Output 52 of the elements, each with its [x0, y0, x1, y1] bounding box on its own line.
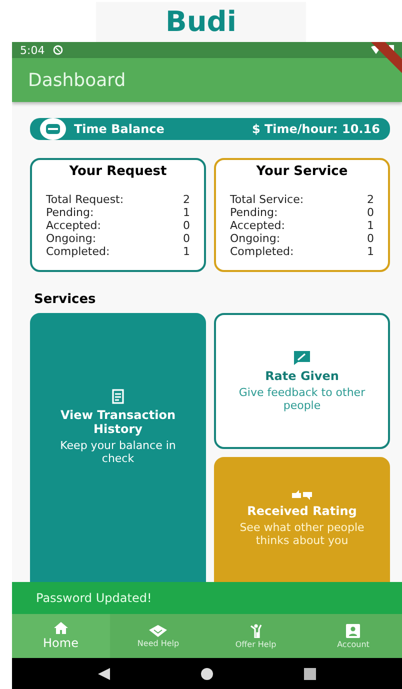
service-tile[interactable]: Rate Given Give feedback to other people	[214, 313, 390, 449]
section-heading: Services	[34, 292, 97, 307]
stat-value: 2	[367, 193, 374, 206]
tile-title: View Transaction History	[59, 408, 176, 436]
stat-value: 1	[183, 206, 190, 219]
recents-icon[interactable]	[304, 668, 316, 680]
stat-label: Completed:	[230, 245, 294, 258]
app-bar-title: Dashboard	[28, 70, 126, 90]
tile-title: Rate Given	[265, 369, 339, 383]
stat-label: Pending:	[46, 206, 94, 219]
time-balance-card[interactable]: Time Balance $ Time/hour: 10.16	[30, 118, 390, 140]
stat-value: 1	[367, 219, 374, 232]
stats-title: Your Request	[68, 164, 168, 179]
stat-label: Completed:	[46, 245, 110, 258]
stat-value: 0	[183, 219, 190, 232]
snackbar-message: Password Updated!	[36, 591, 152, 605]
stat-label: Total Request:	[46, 193, 124, 206]
service-tile[interactable]: View Transaction History Keep your balance in check	[30, 313, 206, 582]
stat-label: Ongoing:	[230, 232, 280, 245]
stat-value: 0	[183, 232, 190, 245]
wallet-icon	[40, 118, 66, 140]
stats-title: Your Service	[255, 164, 349, 179]
status-time: 5:04	[20, 44, 45, 56]
feedback-icon	[293, 350, 311, 366]
nav-tab[interactable]: Account	[304, 614, 402, 658]
balance-value: $ Time/hour: 10.16	[252, 122, 380, 136]
nav-tab[interactable]: Home	[12, 614, 110, 658]
stat-value: 0	[367, 206, 374, 219]
stat-value: 1	[367, 245, 374, 258]
stat-label: Accepted:	[230, 219, 285, 232]
back-icon[interactable]	[98, 668, 110, 680]
tile-subtitle: See what other people thinks about you	[238, 521, 366, 547]
tile-subtitle: Give feedback to other people	[238, 386, 366, 412]
stat-value: 0	[367, 232, 374, 245]
caption-title: Budi	[96, 2, 306, 42]
home-icon	[54, 622, 68, 634]
person-waving-icon	[250, 624, 262, 638]
balance-label: Time Balance	[74, 122, 166, 136]
stat-label: Total Service:	[230, 193, 304, 206]
tile-subtitle: Keep your balance in check	[59, 439, 177, 465]
stat-label: Pending:	[230, 206, 278, 219]
nav-tab[interactable]: Need Help	[110, 614, 207, 658]
stat-label: Ongoing:	[46, 232, 96, 245]
service-tile[interactable]: Received Rating See what other people thinks about you	[214, 457, 390, 582]
receipt-icon	[111, 389, 125, 405]
home-circle-icon[interactable]	[200, 668, 213, 680]
tile-title: Received Rating	[247, 504, 357, 518]
account-icon	[346, 624, 360, 638]
nav-tab[interactable]: Offer Help	[207, 614, 304, 658]
stat-label: Accepted:	[46, 219, 101, 232]
stat-value: 1	[183, 245, 190, 258]
stat-value: 2	[183, 193, 190, 206]
